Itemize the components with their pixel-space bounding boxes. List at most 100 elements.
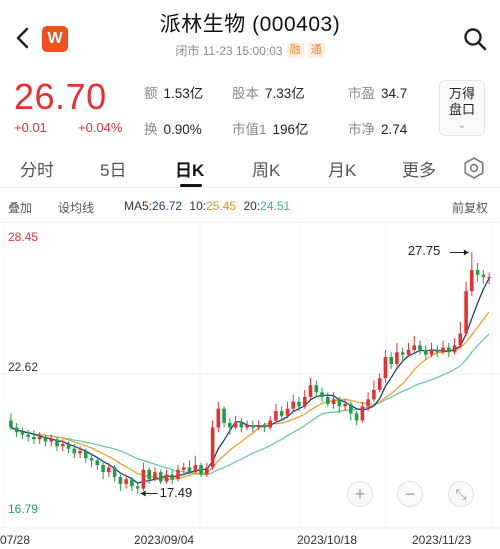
- ma20-line: [10, 333, 490, 476]
- ma20-label: 20:: [243, 199, 261, 213]
- stat-value: 196亿: [272, 122, 309, 137]
- tab-monthly-k[interactable]: 月K: [328, 156, 356, 181]
- stat-label: 额: [144, 86, 158, 101]
- candle-body: [470, 270, 474, 292]
- candle-body: [135, 486, 140, 489]
- candle-body: [84, 451, 88, 458]
- candle-body: [72, 448, 77, 454]
- candle-body: [210, 427, 215, 468]
- candle-body: [89, 458, 94, 461]
- zoom-in-button[interactable]: +: [347, 481, 373, 507]
- last-price: 26.70: [14, 76, 107, 117]
- candle-body: [314, 385, 319, 393]
- candle-body: [187, 467, 192, 473]
- stat-label: 市净: [348, 122, 375, 137]
- candle-body: [26, 434, 30, 437]
- stat-share-capital: 股本 7.33亿: [232, 82, 305, 102]
- connect-tag: 通: [307, 43, 325, 58]
- candle-body: [326, 397, 330, 404]
- candle-body: [124, 479, 128, 484]
- candle-body: [320, 392, 324, 397]
- ma5-line: [10, 277, 490, 484]
- candle-body: [435, 350, 440, 353]
- kline-chart[interactable]: 28.45 22.62 16.79 07/28 2023/09/04 2023/…: [0, 222, 500, 549]
- stat-value: 7.33亿: [265, 86, 305, 101]
- candle-body: [107, 467, 111, 473]
- ma5-value: 26.72: [152, 199, 183, 213]
- candle-body: [78, 451, 82, 454]
- stat-value: 2.74: [381, 122, 408, 137]
- candle-body: [418, 345, 422, 350]
- candle-body: [182, 467, 186, 470]
- candle-body: [337, 399, 342, 407]
- margin-tag: 融: [286, 43, 304, 58]
- candle-body: [61, 444, 65, 447]
- candle-body: [245, 425, 249, 428]
- candle-body: [112, 467, 117, 477]
- candle-body: [354, 413, 359, 421]
- candle-body: [274, 411, 278, 421]
- candle-body: [164, 474, 169, 482]
- candle-body: [9, 420, 13, 428]
- stock-title: 派林生物 (000403): [159, 13, 341, 36]
- candle-body: [118, 476, 123, 484]
- low-annotation: 17.49: [159, 484, 193, 500]
- candle-body: [424, 350, 428, 355]
- candle-body: [32, 436, 36, 440]
- candle-body: [487, 277, 491, 279]
- depth-quote-button[interactable]: 万得 盘口 ⌄: [439, 80, 485, 136]
- tab-daily-k[interactable]: 日K: [175, 156, 204, 181]
- depth-label-line2: 盘口: [448, 102, 475, 117]
- candle-body: [331, 399, 336, 404]
- y-label-high: 28.45: [8, 230, 39, 244]
- tab-more[interactable]: 更多: [402, 156, 436, 181]
- price-adjust-button[interactable]: 前复权: [452, 199, 488, 216]
- chevron-down-icon: ⌄: [457, 120, 467, 131]
- candle-body: [14, 427, 19, 433]
- set-ma-button[interactable]: 设均线: [58, 199, 94, 216]
- candle-body: [303, 397, 307, 407]
- x-label-2: 2023/09/04: [134, 533, 195, 547]
- candle-body: [475, 270, 480, 275]
- stat-label: 股本: [232, 86, 259, 101]
- candle-body: [291, 401, 295, 409]
- candle-body: [256, 425, 261, 428]
- candle-body: [20, 432, 25, 435]
- depth-label-line1: 万得: [448, 86, 475, 101]
- market-status: 闭市 11-23 15:00:03: [175, 44, 283, 58]
- candle-body: [452, 345, 457, 353]
- stat-label: 市值1: [232, 122, 267, 137]
- candle-body: [141, 469, 146, 489]
- tab-intraday[interactable]: 分时: [20, 156, 54, 181]
- candle-body: [366, 399, 370, 407]
- ma10-label: 10:: [189, 199, 207, 213]
- candle-body: [279, 411, 284, 416]
- candle-body: [49, 439, 53, 442]
- candle-body: [193, 465, 198, 473]
- settings-icon[interactable]: [462, 156, 486, 180]
- tab-weekly-k[interactable]: 周K: [252, 156, 280, 181]
- candle-body: [406, 350, 411, 355]
- candle-body: [400, 352, 405, 355]
- overlay-button[interactable]: 叠加: [8, 199, 32, 216]
- tab-5day[interactable]: 5日: [100, 156, 126, 181]
- candle-body: [37, 436, 42, 440]
- candle-body: [297, 401, 301, 407]
- candle-body: [176, 469, 180, 480]
- candle-body: [458, 333, 463, 346]
- high-annotation: 27.75: [407, 243, 441, 259]
- candle-body: [349, 404, 353, 414]
- candle-body: [285, 408, 290, 416]
- stat-value: 34.7: [381, 86, 408, 101]
- stat-value: 0.90%: [163, 122, 202, 137]
- candle-body: [464, 291, 468, 334]
- candle-body: [222, 408, 226, 423]
- x-label-start: 07/28: [0, 533, 31, 547]
- candle-body: [147, 469, 151, 480]
- candle-body: [395, 352, 399, 364]
- fullscreen-icon[interactable]: ⤡: [448, 481, 474, 507]
- chart-toolbar: 叠加 设均线 MA5:26.72 10:25.45 20:24.51 前复权: [0, 196, 500, 218]
- stat-label: 换: [144, 122, 158, 137]
- zoom-out-button[interactable]: −: [397, 481, 423, 507]
- search-icon[interactable]: [462, 26, 488, 52]
